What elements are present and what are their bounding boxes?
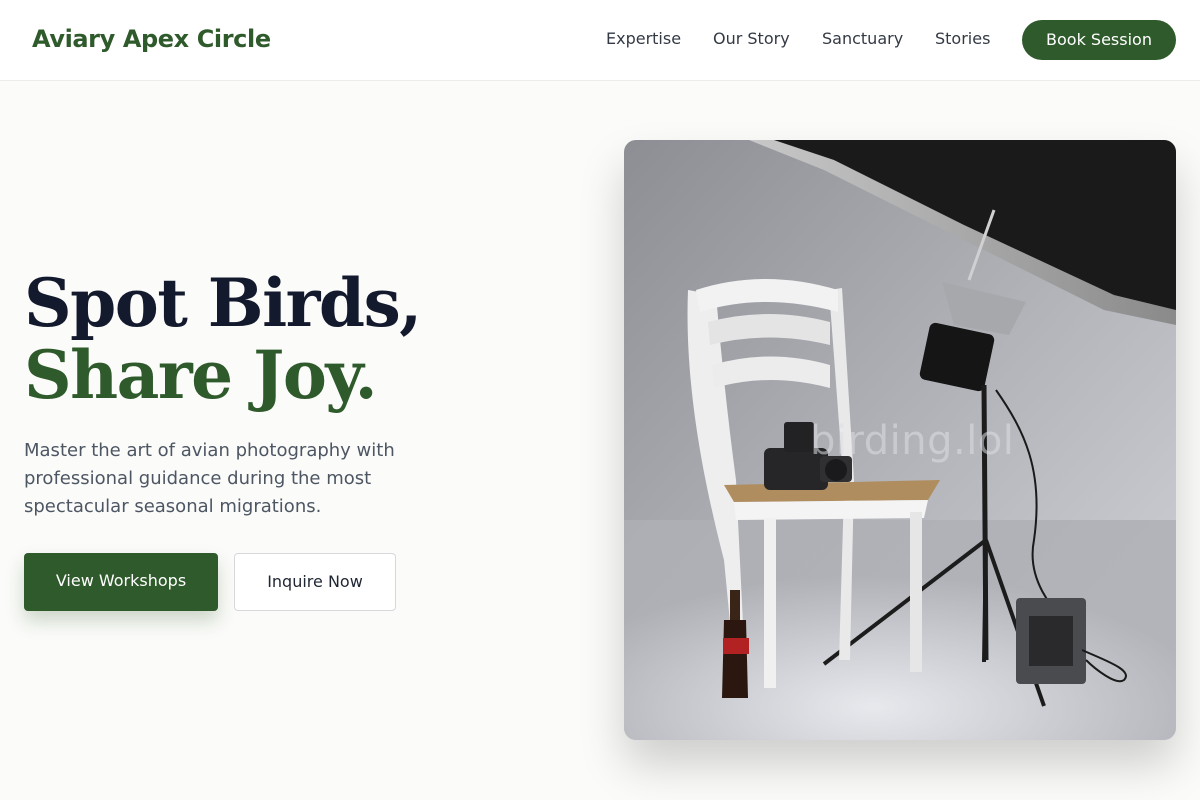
nav-link-stories[interactable]: Stories: [935, 28, 990, 50]
nav-link-sanctuary[interactable]: Sanctuary: [822, 28, 903, 50]
hero-image: birding.lol: [624, 140, 1176, 740]
nav-link-our-story[interactable]: Our Story: [713, 28, 790, 50]
hero-title-line-2: Share Joy.: [24, 336, 378, 414]
hero-title-line-1: Spot Birds,: [24, 264, 422, 342]
nav-link-expertise[interactable]: Expertise: [606, 28, 681, 50]
site-header: Aviary Apex Circle Expertise Our Story S…: [0, 0, 1200, 81]
inquire-now-button[interactable]: Inquire Now: [234, 553, 396, 611]
book-session-button[interactable]: Book Session: [1022, 20, 1176, 60]
view-workshops-button[interactable]: View Workshops: [24, 553, 218, 611]
hero-description: Master the art of avian photography with…: [24, 440, 395, 517]
hero-title: Spot Birds, Share Joy.: [24, 264, 422, 414]
image-watermark: birding.lol: [810, 418, 1015, 464]
brand-logo[interactable]: Aviary Apex Circle: [32, 24, 271, 54]
